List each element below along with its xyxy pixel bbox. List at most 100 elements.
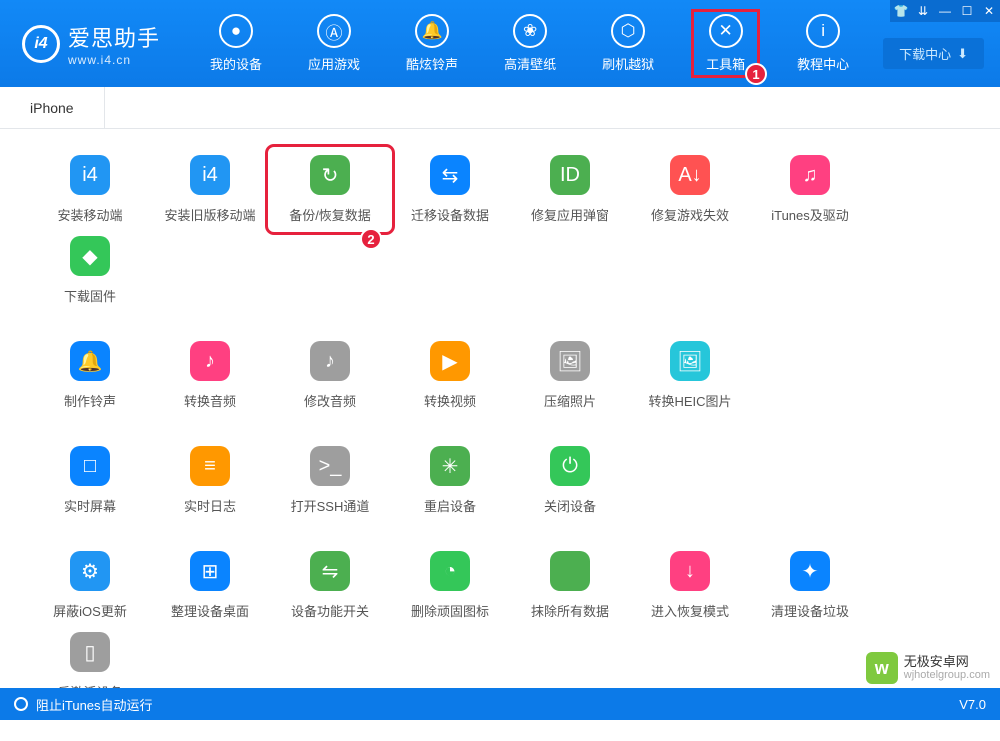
tool-label: 抹除所有数据 — [531, 601, 609, 620]
tab-bar: iPhone — [0, 87, 1000, 129]
watermark-logo-icon: w — [866, 652, 898, 684]
open-ssh-icon: >_ — [310, 446, 350, 486]
logo: i4 爱思助手 www.i4.cn — [10, 21, 172, 67]
download-center-button[interactable]: 下载中心 ⬇ — [883, 38, 984, 69]
tool-install-old-mobile[interactable]: i4 安装旧版移动端 — [150, 149, 270, 230]
tool-realtime-log[interactable]: ≡ 实时日志 — [150, 440, 270, 521]
nav-info[interactable]: i教程中心 — [789, 10, 857, 77]
tool-fix-popup[interactable]: ID 修复应用弹窗 — [510, 149, 630, 230]
tool-label: 实时日志 — [184, 496, 236, 515]
tool-realtime-screen[interactable]: □实时屏幕 — [30, 440, 150, 521]
tool-label: 删除顽固图标 — [411, 601, 489, 620]
tool-organize-desktop[interactable]: ⊞整理设备桌面 — [150, 545, 270, 626]
app-header: i4 爱思助手 www.i4.cn ●我的设备 Ⓐ 应用游戏 🔔 酷炫铃声 ❀高清壁纸 ⬡刷… — [0, 0, 1000, 87]
recovery-mode-icon: ↓ — [670, 551, 710, 591]
nav-box[interactable]: ⬡刷机越狱 — [594, 10, 662, 77]
tool-delete-icon[interactable]: ◔删除顽固图标 — [390, 545, 510, 626]
realtime-log-icon: ≡ — [190, 446, 230, 486]
tool-convert-video[interactable]: ▶转换视频 — [390, 335, 510, 416]
nav-label: 我的设备 — [210, 54, 262, 73]
tool-device-switch[interactable]: ⇋设备功能开关 — [270, 545, 390, 626]
tool-convert-audio[interactable]: ♪转换音频 — [150, 335, 270, 416]
tool-label: 制作铃声 — [64, 391, 116, 410]
tool-backup-restore[interactable]: ↻备份/恢复数据 — [270, 149, 390, 230]
nav-label: 刷机越狱 — [602, 54, 654, 73]
tool-label: 清理设备垃圾 — [771, 601, 849, 620]
convert-heic-icon: 🖼 — [670, 341, 710, 381]
close-icon[interactable]: ✕ — [978, 0, 1000, 22]
tool-label: 转换HEIC图片 — [648, 391, 731, 410]
shirt-icon[interactable]: 👕 — [890, 0, 912, 22]
bell-icon: 🔔 — [415, 14, 449, 48]
tool-download-firmware[interactable]: ◆下载固件 — [30, 230, 150, 311]
annotation-badge-2: 2 — [360, 228, 382, 250]
tool-label: 修复应用弹窗 — [531, 205, 609, 224]
tool-convert-heic[interactable]: 🖼 转换HEIC图片 — [630, 335, 750, 416]
nav-bell[interactable]: 🔔 酷炫铃声 — [398, 10, 466, 77]
tool-label: 进入恢复模式 — [651, 601, 729, 620]
deactivate-device-icon: ▯ — [70, 632, 110, 672]
tab-iphone[interactable]: iPhone — [0, 87, 105, 128]
apps-icon: Ⓐ — [317, 14, 351, 48]
organize-desktop-icon: ⊞ — [190, 551, 230, 591]
nav-apps[interactable]: Ⓐ 应用游戏 — [300, 10, 368, 77]
minimize-icon[interactable]: — — [934, 0, 956, 22]
tool-modify-audio[interactable]: ♪修改音频 — [270, 335, 390, 416]
tool-label: 下载固件 — [64, 286, 116, 305]
backup-restore-icon: ↻ — [310, 155, 350, 195]
convert-video-icon: ▶ — [430, 341, 470, 381]
annotation-badge-1: 1 — [745, 63, 767, 85]
logo-icon: i4 — [22, 25, 60, 63]
tool-restart-device[interactable]: ✳重启设备 — [390, 440, 510, 521]
clean-device-icon: ✦ — [790, 551, 830, 591]
compress-photo-icon: 🖼 — [550, 341, 590, 381]
download-center-label: 下载中心 — [899, 44, 951, 63]
watermark: w 无极安卓网 wjhotelgroup.com — [866, 652, 990, 684]
logo-title: 爱思助手 — [68, 21, 160, 53]
block-ios-update-icon: ⚙ — [70, 551, 110, 591]
nav-flower[interactable]: ❀高清壁纸 — [496, 10, 564, 77]
dropdown-icon[interactable]: ⇊ — [912, 0, 934, 22]
tool-shutdown-device[interactable]: ⏻关闭设备 — [510, 440, 630, 521]
tool-make-ringtone[interactable]: 🔔 制作铃声 — [30, 335, 150, 416]
maximize-icon[interactable]: ☐ — [956, 0, 978, 22]
nav-label: 应用游戏 — [308, 54, 360, 73]
window-controls: 👕 ⇊ — ☐ ✕ — [890, 0, 1000, 22]
nav-label: 酷炫铃声 — [406, 54, 458, 73]
tool-block-ios-update[interactable]: ⚙屏蔽iOS更新 — [30, 545, 150, 626]
tool-clean-device[interactable]: ✦ 清理设备垃圾 — [750, 545, 870, 626]
tool-label: 实时屏幕 — [64, 496, 116, 515]
status-bar: 阻止iTunes自动运行 V7.0 — [0, 688, 1000, 720]
fix-game-icon: A↓ — [670, 155, 710, 195]
footer-left[interactable]: 阻止iTunes自动运行 — [14, 695, 153, 714]
tool-itunes-driver[interactable]: ♫iTunes及驱动 — [750, 149, 870, 230]
tool-recovery-mode[interactable]: ↓ 进入恢复模式 — [630, 545, 750, 626]
radio-icon[interactable] — [14, 697, 28, 711]
tool-label: 安装移动端 — [57, 205, 122, 224]
tool-label: iTunes及驱动 — [771, 205, 849, 224]
tool-label: 打开SSH通道 — [291, 496, 370, 515]
tab-label: iPhone — [30, 100, 74, 116]
flower-icon: ❀ — [513, 14, 547, 48]
tool-install-mobile[interactable]: i4安装移动端 — [30, 149, 150, 230]
tool-migrate-data[interactable]: ⇆迁移设备数据 — [390, 149, 510, 230]
device-switch-icon: ⇋ — [310, 551, 350, 591]
tool-label: 转换音频 — [184, 391, 236, 410]
fix-popup-icon: ID — [550, 155, 590, 195]
tool-fix-game[interactable]: A↓修复游戏失效 — [630, 149, 750, 230]
watermark-title: 无极安卓网 — [904, 654, 990, 670]
tool-erase-data[interactable]: 抹除所有数据 — [510, 545, 630, 626]
tool-compress-photo[interactable]: 🖼压缩照片 — [510, 335, 630, 416]
make-ringtone-icon: 🔔 — [70, 341, 110, 381]
shutdown-device-icon: ⏻ — [550, 446, 590, 486]
tools-icon: ✕ — [709, 14, 743, 48]
nav-apple[interactable]: ●我的设备 — [202, 10, 270, 77]
footer-left-label: 阻止iTunes自动运行 — [36, 695, 153, 714]
install-old-mobile-icon: i4 — [190, 155, 230, 195]
tool-open-ssh[interactable]: >_ 打开SSH通道 — [270, 440, 390, 521]
tool-label: 安装旧版移动端 — [164, 205, 255, 224]
migrate-data-icon: ⇆ — [430, 155, 470, 195]
watermark-url: wjhotelgroup.com — [904, 669, 990, 682]
info-icon: i — [806, 14, 840, 48]
nav-label: 工具箱 — [706, 54, 745, 73]
